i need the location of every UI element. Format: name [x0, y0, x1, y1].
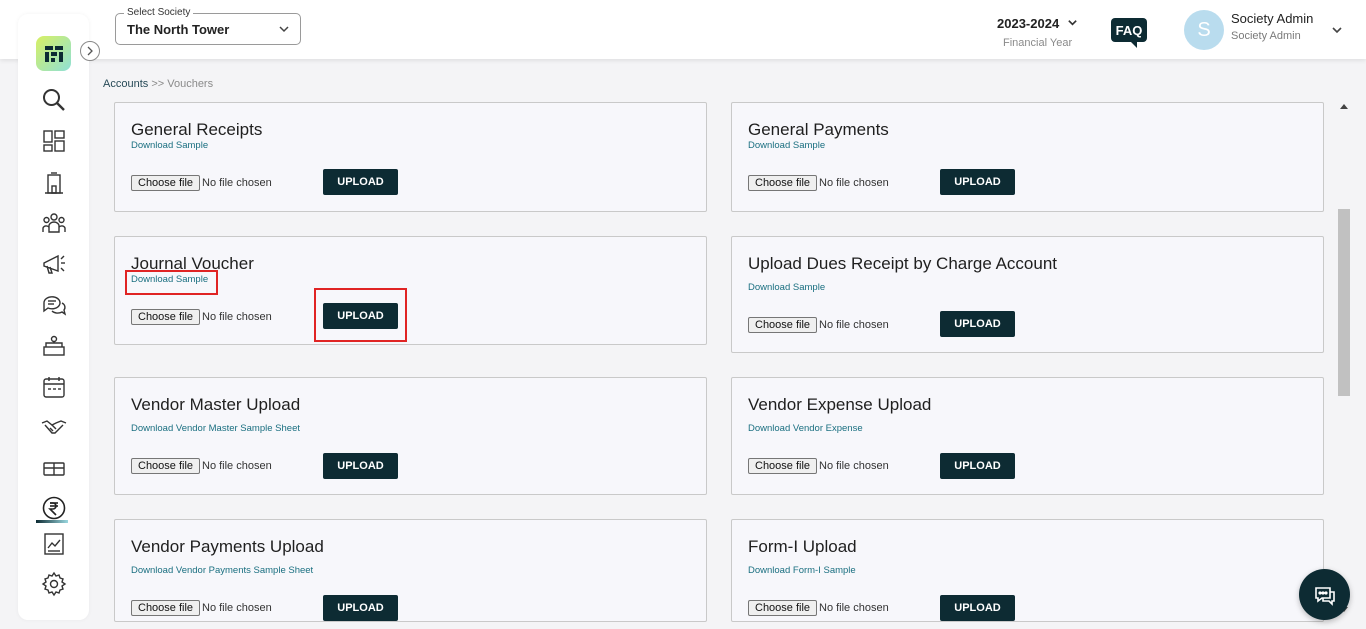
upload-card-general-receipts: General Receipts Download Sample Choose … [114, 102, 707, 212]
active-nav-indicator [36, 520, 68, 523]
file-status: No file chosen [202, 311, 272, 323]
upload-card-vendor-payments: Vendor Payments Upload Download Vendor P… [114, 519, 707, 622]
chevron-down-icon [279, 26, 289, 33]
choose-file-button[interactable]: Choose file [748, 175, 818, 191]
upload-card-vendor-master: Vendor Master Upload Download Vendor Mas… [114, 377, 707, 495]
avatar[interactable]: S [1184, 10, 1224, 50]
upload-button[interactable]: UPLOAD [940, 311, 1015, 337]
file-status: No file chosen [819, 177, 889, 189]
upload-button[interactable]: UPLOAD [940, 169, 1015, 195]
handshake-icon[interactable] [40, 413, 68, 441]
chevron-right-icon [87, 46, 93, 56]
card-title: Vendor Payments Upload [131, 537, 324, 556]
user-name: Society Admin [1231, 11, 1314, 26]
announcement-icon[interactable] [40, 250, 68, 278]
financial-year-select[interactable]: 2023-2024 Financial Year [997, 15, 1079, 49]
card-title: Vendor Expense Upload [748, 395, 932, 414]
upload-button[interactable]: UPLOAD [323, 453, 398, 479]
members-icon[interactable] [40, 209, 68, 237]
choose-file-button[interactable]: Choose file [131, 175, 201, 191]
society-select-value: The North Tower [127, 22, 230, 37]
file-status: No file chosen [202, 460, 272, 472]
file-status: No file chosen [819, 460, 889, 472]
download-sample-link[interactable]: Download Form-I Sample [748, 565, 856, 576]
user-menu-chevron-icon[interactable] [1331, 24, 1343, 36]
chat-support-button[interactable] [1299, 569, 1350, 620]
choose-file-button[interactable]: Choose file [131, 309, 201, 325]
parcel-icon[interactable] [40, 454, 68, 482]
card-title: Upload Dues Receipt by Charge Account [748, 254, 1058, 273]
card-title: General Payments [748, 120, 889, 139]
society-select-legend: Select Society [124, 7, 194, 18]
calendar-icon[interactable] [40, 373, 68, 401]
download-sample-link[interactable]: Download Vendor Expense [748, 423, 863, 434]
choose-file-button[interactable]: Choose file [748, 600, 818, 616]
sidebar [18, 14, 89, 620]
choose-file-button[interactable]: Choose file [131, 458, 201, 474]
chat-icon[interactable] [40, 291, 68, 319]
upload-button[interactable]: UPLOAD [323, 169, 398, 195]
upload-button[interactable]: UPLOAD [940, 453, 1015, 479]
download-sample-link[interactable]: Download Sample [748, 140, 825, 151]
search-icon[interactable] [40, 86, 68, 114]
download-sample-link[interactable]: Download Sample [131, 140, 208, 151]
download-sample-link[interactable]: Download Sample [748, 282, 825, 293]
highlight-download-sample [125, 270, 218, 295]
dashboard-icon[interactable] [40, 127, 68, 155]
app-logo[interactable] [36, 36, 71, 71]
breadcrumb-separator: >> [151, 78, 165, 90]
scroll-up-arrow-icon[interactable] [1339, 102, 1349, 110]
upload-button[interactable]: UPLOAD [323, 595, 398, 621]
report-icon[interactable] [40, 530, 68, 558]
user-role: Society Admin [1231, 30, 1301, 42]
sidebar-collapse-button[interactable] [80, 41, 100, 61]
choose-file-button[interactable]: Choose file [131, 600, 201, 616]
upload-button[interactable]: UPLOAD [940, 595, 1015, 621]
logo-icon [44, 45, 63, 62]
building-icon[interactable] [40, 169, 68, 197]
breadcrumb-accounts-link[interactable]: Accounts [103, 78, 148, 90]
facility-icon[interactable] [40, 332, 68, 360]
file-status: No file chosen [202, 602, 272, 614]
download-sample-link[interactable]: Download Vendor Payments Sample Sheet [131, 565, 313, 576]
breadcrumb: Accounts >> Vouchers [103, 78, 213, 90]
society-select[interactable]: Select Society The North Tower [115, 7, 301, 45]
top-header: Select Society The North Tower 2023-2024… [0, 0, 1366, 59]
breadcrumb-current: Vouchers [167, 78, 214, 90]
file-status: No file chosen [202, 177, 272, 189]
upload-card-vendor-expense: Vendor Expense Upload Download Vendor Ex… [731, 377, 1324, 495]
highlight-upload-button [314, 288, 407, 342]
download-sample-link[interactable]: Download Vendor Master Sample Sheet [131, 423, 300, 434]
rupee-icon[interactable] [40, 494, 68, 522]
card-title: General Receipts [131, 120, 263, 139]
file-status: No file chosen [819, 602, 889, 614]
gear-icon[interactable] [40, 570, 68, 598]
card-title: Form-I Upload [748, 537, 857, 556]
card-title: Vendor Master Upload [131, 395, 301, 414]
chevron-down-icon [1068, 20, 1077, 26]
scrollbar-thumb[interactable] [1338, 209, 1350, 396]
financial-year-value: 2023-2024 [997, 16, 1060, 31]
choose-file-button[interactable]: Choose file [748, 458, 818, 474]
upload-card-dues-receipt: Upload Dues Receipt by Charge Account Do… [731, 236, 1324, 353]
upload-card-general-payments: General Payments Download Sample Choose … [731, 102, 1324, 212]
file-status: No file chosen [819, 319, 889, 331]
choose-file-button[interactable]: Choose file [748, 317, 818, 333]
chat-bubble-icon [1314, 586, 1335, 606]
faq-button[interactable]: FAQ [1111, 18, 1147, 48]
upload-card-form-i: Form-I Upload Download Form-I Sample Cho… [731, 519, 1324, 622]
financial-year-label: Financial Year [1003, 37, 1073, 49]
